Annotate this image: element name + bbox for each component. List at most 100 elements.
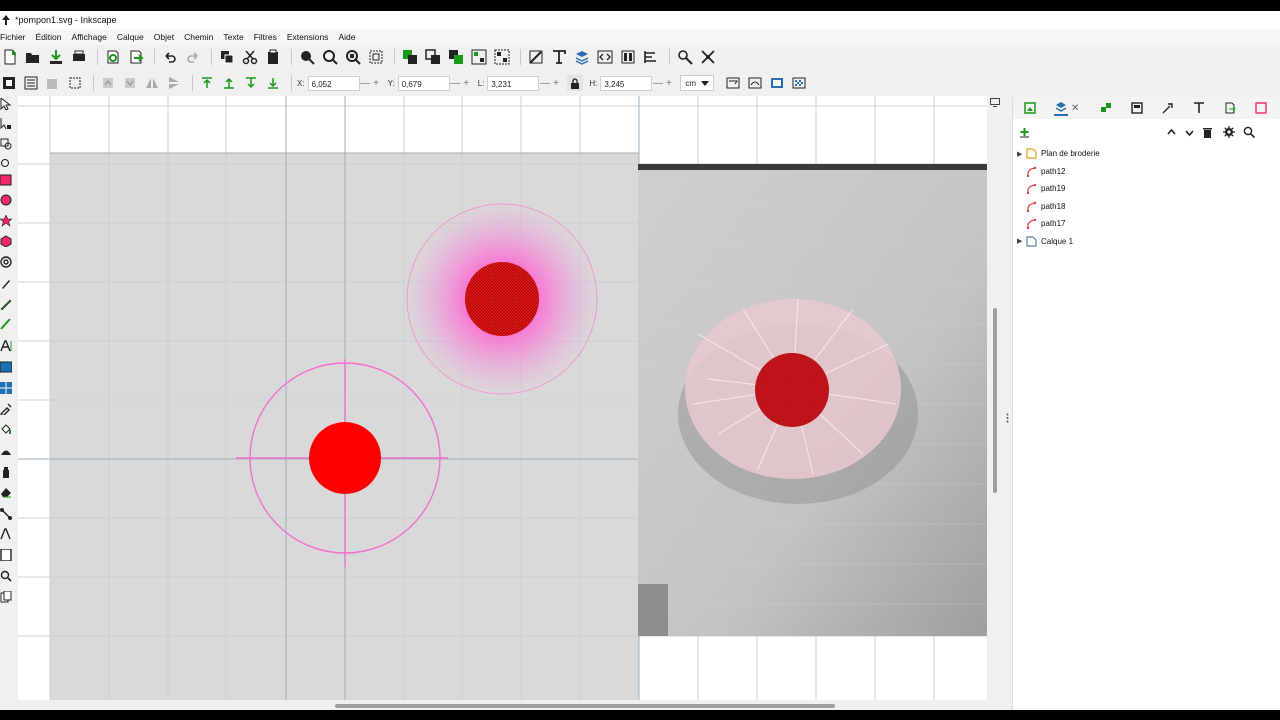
align-icon[interactable] [618,48,637,66]
transform-patterns-icon[interactable] [790,74,808,92]
tweak-tool-icon[interactable] [0,137,12,151]
gradient-tool-icon[interactable] [0,360,12,374]
spray-can-tool-icon[interactable] [0,465,12,479]
zoom-drawing-icon[interactable] [320,48,339,66]
xml-editor-icon[interactable] [595,48,614,66]
rect-tool-icon[interactable] [0,173,12,187]
fill-stroke-icon[interactable] [526,48,545,66]
zoom-selection-icon[interactable] [297,48,316,66]
lower-layer-icon[interactable] [1184,127,1195,138]
settings-gear-icon[interactable] [1223,126,1235,138]
spray-tool-icon[interactable] [0,444,12,458]
layer-row[interactable]: ▶ Calque 1 [1013,233,1280,251]
layer-row[interactable]: ▶ Plan de broderie [1013,145,1280,163]
add-layer-icon[interactable] [1019,127,1030,138]
flip-horizontal-icon[interactable] [143,74,161,92]
y-increment[interactable]: + [461,78,472,89]
pompon-design[interactable] [406,203,598,395]
document-export-tab-icon[interactable] [1223,101,1237,115]
scale-corners-icon[interactable] [746,74,764,92]
y-decrement[interactable]: — [450,78,461,89]
lock-ratio-icon[interactable] [567,75,584,91]
document-props-icon[interactable] [641,48,660,66]
scale-stroke-icon[interactable] [724,74,742,92]
selector-tool-icon[interactable] [0,97,12,111]
unit-select[interactable]: cm [680,75,715,91]
x-input[interactable]: 6,052 [307,75,360,91]
eraser-tool-icon[interactable] [0,485,12,499]
rotate-90-cw-icon[interactable] [121,74,139,92]
pen-tool-icon[interactable] [0,277,12,291]
select-all-icon[interactable] [0,74,18,92]
objects-tab-icon[interactable] [1099,101,1113,115]
text-font-icon[interactable] [549,48,568,66]
expand-arrow-icon[interactable]: ▶ [1017,150,1025,158]
ungroup-icon[interactable] [492,48,511,66]
menu-chemin[interactable]: Chemin [184,32,219,42]
delete-layer-icon[interactable] [1202,127,1213,138]
text-tab-icon[interactable] [1192,101,1206,115]
display-mode-icon[interactable] [990,98,1000,107]
height-decrement[interactable]: — [652,78,663,89]
height-increment[interactable]: + [663,78,674,89]
zoom-page-icon[interactable] [343,48,362,66]
duplicate-icon[interactable] [400,48,419,66]
embroidery-photo[interactable] [638,164,987,636]
menu-edition[interactable]: Édition [36,32,68,42]
open-icon[interactable] [23,48,42,66]
menu-texte[interactable]: Texte [223,32,249,42]
menu-fichier[interactable]: Fichier [0,32,32,42]
ungroup2-icon[interactable] [698,48,717,66]
measure-tool-icon[interactable] [0,527,12,541]
object-row[interactable]: path12 [1013,163,1280,181]
menu-aide[interactable]: Aide [338,32,361,42]
object-row[interactable]: path19 [1013,180,1280,198]
y-input[interactable]: 0,679 [397,75,450,91]
fill-stroke-tab-icon[interactable] [1130,101,1144,115]
save-icon[interactable] [46,48,65,66]
panel-grip-icon[interactable] [1006,413,1009,423]
undo-icon[interactable] [160,48,179,66]
deselect-icon[interactable] [44,74,62,92]
raise-icon[interactable] [220,74,238,92]
close-tab-icon[interactable]: ✕ [1071,103,1079,114]
object-row[interactable]: path17 [1013,215,1280,233]
import-icon[interactable] [103,48,122,66]
document-props-tab-icon[interactable] [1254,101,1268,115]
3d-box-tool-icon[interactable] [0,234,12,248]
ellipse-tool-icon[interactable] [0,193,12,207]
width-decrement[interactable]: — [539,78,550,89]
redo-icon[interactable] [183,48,202,66]
target-motif[interactable] [236,359,448,567]
preferences-icon[interactable] [675,48,694,66]
calligraphy-tool-icon[interactable] [0,317,12,331]
connector-tool-icon[interactable] [0,507,12,521]
paste-icon[interactable] [263,48,282,66]
node-tool-icon[interactable] [0,117,12,131]
expand-arrow-icon[interactable]: ▶ [1017,237,1025,245]
flip-vertical-icon[interactable] [165,74,183,92]
select-all-layers-icon[interactable] [22,74,40,92]
horizontal-scroll-thumb[interactable] [335,704,835,708]
width-increment[interactable]: + [550,78,561,89]
export-tab-icon[interactable] [1023,101,1037,115]
menu-extensions[interactable]: Extensions [287,32,335,42]
menu-objet[interactable]: Objet [154,32,180,42]
height-input[interactable]: 3,245 [600,75,653,91]
menu-calque[interactable]: Calque [117,32,150,42]
rotate-ccw-icon[interactable] [66,74,84,92]
rotate-90-ccw-icon[interactable] [99,74,117,92]
zoom-tool-icon[interactable] [0,157,12,171]
raise-layer-icon[interactable] [1166,127,1177,138]
transform-gradients-icon[interactable] [768,74,786,92]
star-tool-icon[interactable] [0,214,12,228]
lower-icon[interactable] [242,74,260,92]
paint-bucket-tool-icon[interactable] [0,422,12,436]
page-tool-icon[interactable] [0,548,12,562]
pencil-tool-icon[interactable] [0,297,12,311]
copy-icon[interactable] [217,48,236,66]
menu-filtres[interactable]: Filtres [254,32,283,42]
menu-affichage[interactable]: Affichage [72,32,113,42]
new-doc-icon[interactable] [0,48,19,66]
vertical-scroll-thumb[interactable] [993,308,997,493]
